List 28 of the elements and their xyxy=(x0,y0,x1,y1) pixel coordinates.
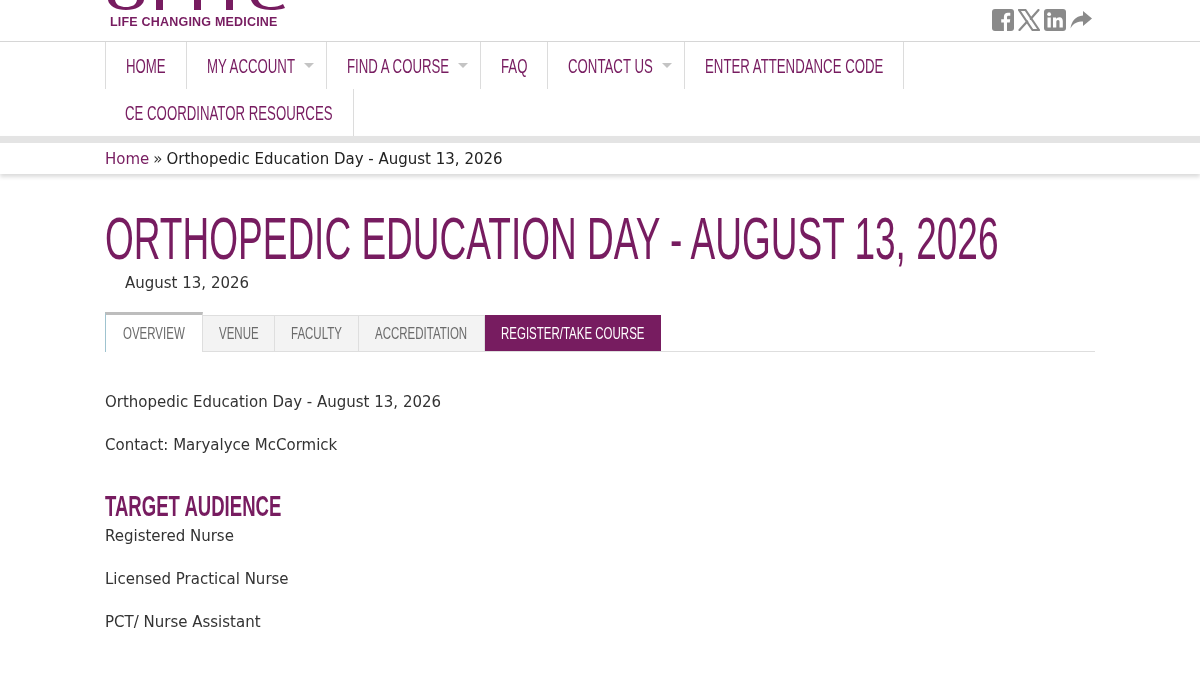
register-button[interactable]: REGISTER/TAKE COURSE xyxy=(484,315,662,351)
audience-item: Licensed Practical Nurse xyxy=(105,569,289,590)
tab[interactable]: FACULTY xyxy=(275,315,360,351)
audience-item: PCT/ Nurse Assistant xyxy=(105,612,261,633)
body-text: Orthopedic Education Day - August 13, 2026 xyxy=(105,392,442,413)
nav-link[interactable]: CONTACT US xyxy=(548,42,685,89)
tab[interactable]: OVERVIEW xyxy=(105,312,203,352)
nav-link[interactable]: MY ACCOUNT xyxy=(186,42,327,89)
nav-link[interactable]: HOME xyxy=(105,42,187,89)
page-title: ORTHOPEDIC EDUCATION DAY - AUGUST 13, 2026 xyxy=(105,206,999,271)
linkedin-icon[interactable] xyxy=(1044,9,1066,31)
tab[interactable]: ACCREDITATION xyxy=(359,315,485,351)
breadcrumb-separator: » xyxy=(153,149,163,168)
section-heading: TARGET AUDIENCE xyxy=(105,491,282,523)
nav-link[interactable]: CE COORDINATOR RESOURCES xyxy=(105,89,354,136)
audience-item: Registered Nurse xyxy=(105,526,234,547)
x-logo-icon[interactable] xyxy=(1018,9,1040,31)
nav-link[interactable]: ENTER ATTENDANCE CODE xyxy=(684,42,905,89)
logo-tagline: LIFE CHANGING MEDICINE xyxy=(110,16,278,29)
nav-link[interactable]: FIND A COURSE xyxy=(326,42,481,89)
tab[interactable]: VENUE xyxy=(202,315,276,351)
event-date: August 13, 2026 xyxy=(125,273,250,293)
breadcrumb-current: Orthopedic Education Day - August 13, 2026 xyxy=(166,149,503,168)
facebook-icon[interactable] xyxy=(992,9,1014,31)
nav-link[interactable]: FAQ xyxy=(480,42,549,89)
logo-icon[interactable] xyxy=(108,0,286,10)
breadcrumb-link[interactable]: Home xyxy=(105,149,150,168)
body-text: Contact: Maryalyce McCormick xyxy=(105,435,338,456)
